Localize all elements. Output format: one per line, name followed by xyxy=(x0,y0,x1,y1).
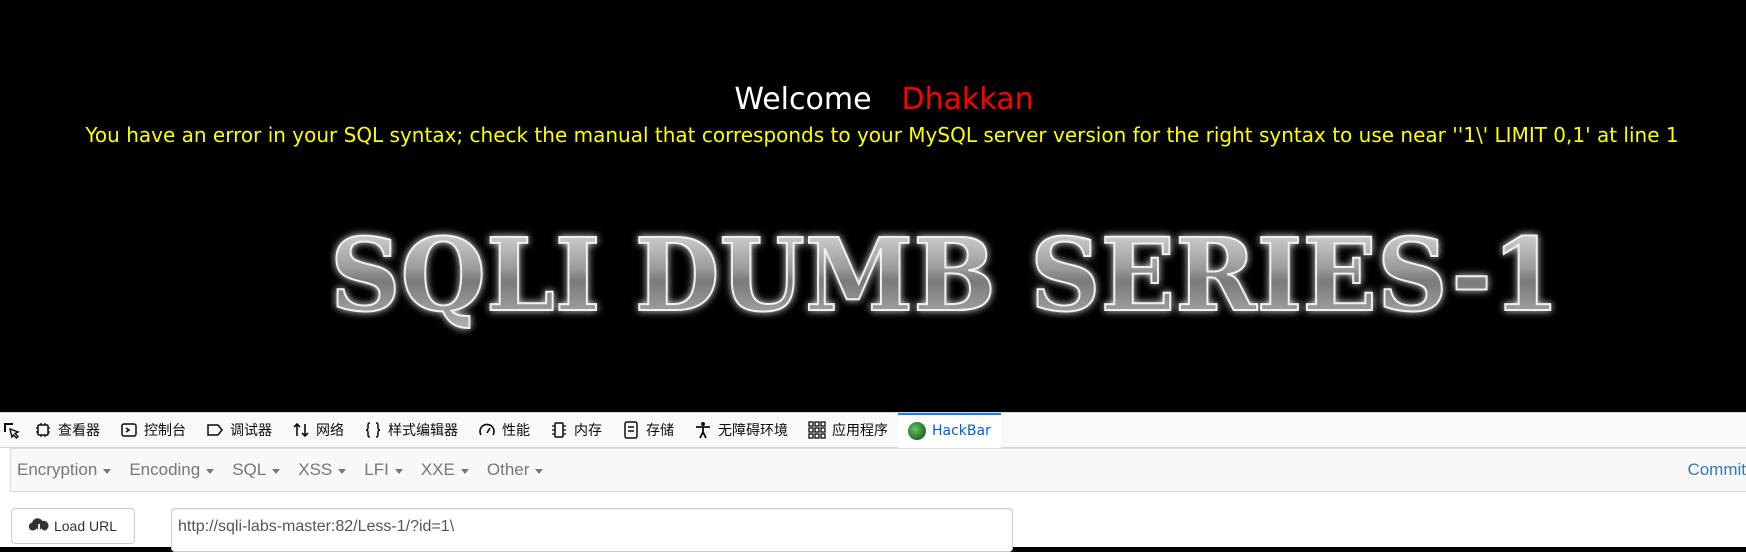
application-icon xyxy=(808,421,826,439)
menu-label: XXE xyxy=(420,460,455,479)
style-editor-icon xyxy=(364,421,382,439)
caret-down-icon xyxy=(103,468,112,474)
series-banner-image: SQLI DUMB SERIES-1 xyxy=(330,218,1570,338)
caret-down-icon xyxy=(206,468,215,474)
inspector-icon xyxy=(34,421,52,439)
caret-down-icon xyxy=(338,468,347,474)
sql-error-message: You have an error in your SQL syntax; ch… xyxy=(85,123,1679,147)
menu-other[interactable]: Other xyxy=(481,460,556,480)
caret-down-icon xyxy=(394,468,403,474)
tab-label: 应用程序 xyxy=(832,423,888,439)
tab-inspector[interactable]: 查看器 xyxy=(24,413,110,447)
tab-performance[interactable]: 性能 xyxy=(468,413,540,447)
caret-down-icon xyxy=(460,468,469,474)
menu-label: Encryption xyxy=(17,460,98,479)
tab-label: 内存 xyxy=(574,423,602,439)
tab-label: HackBar xyxy=(932,423,991,439)
tab-label: 调试器 xyxy=(230,423,272,439)
devtools-toolbar: 查看器 控制台 调试器 网络 样式编辑器 性能 内存 存储 无障碍环境 应用程序… xyxy=(0,412,1746,448)
tab-label: 性能 xyxy=(502,423,530,439)
tab-storage[interactable]: 存储 xyxy=(612,413,684,447)
welcome-text: Welcome xyxy=(734,82,872,117)
tab-label: 无障碍环境 xyxy=(718,423,788,439)
tab-memory[interactable]: 内存 xyxy=(540,413,612,447)
console-icon xyxy=(120,421,138,439)
tab-label: 查看器 xyxy=(58,423,100,439)
tab-application[interactable]: 应用程序 xyxy=(798,413,898,447)
element-picker-icon xyxy=(2,421,20,439)
caret-down-icon xyxy=(535,468,544,474)
load-url-label: Load URL xyxy=(53,518,118,534)
banner-text: SQLI DUMB SERIES-1 xyxy=(330,218,1560,334)
network-icon xyxy=(292,421,310,439)
menu-label: LFI xyxy=(364,460,389,479)
menu-encoding[interactable]: Encoding xyxy=(123,460,226,480)
tab-label: 存储 xyxy=(646,423,674,439)
menu-sql[interactable]: SQL xyxy=(226,460,292,480)
cloud-download-icon xyxy=(28,517,49,536)
user-name: Dhakkan xyxy=(901,82,1034,117)
commit-link[interactable]: Commit xyxy=(1687,449,1746,491)
accessibility-icon xyxy=(694,421,712,439)
storage-icon xyxy=(622,421,640,439)
tab-network[interactable]: 网络 xyxy=(282,413,354,447)
tab-console[interactable]: 控制台 xyxy=(110,413,196,447)
menu-lfi[interactable]: LFI xyxy=(358,460,415,480)
tab-label: 控制台 xyxy=(144,423,186,439)
hackbar-icon xyxy=(908,422,926,440)
welcome-line: Welcome Dhakkan xyxy=(0,82,1746,118)
menu-xss[interactable]: XSS xyxy=(292,460,358,480)
menu-label: SQL xyxy=(232,460,267,479)
url-input[interactable]: http://sqli-labs-master:82/Less-1/?id=1\ xyxy=(171,508,1013,552)
menu-label: XSS xyxy=(298,460,333,479)
tab-debugger[interactable]: 调试器 xyxy=(196,413,282,447)
tab-style-editor[interactable]: 样式编辑器 xyxy=(354,413,468,447)
tab-label: 样式编辑器 xyxy=(388,423,458,439)
menu-encryption[interactable]: Encryption xyxy=(11,460,123,480)
tab-hackbar[interactable]: HackBar xyxy=(898,412,1001,448)
memory-icon xyxy=(550,421,568,439)
load-url-button[interactable]: Load URL xyxy=(11,508,135,544)
web-page: Welcome Dhakkan You have an error in your… xyxy=(0,0,1746,412)
element-picker-button[interactable] xyxy=(0,413,24,447)
performance-icon xyxy=(478,421,496,439)
menu-label: Encoding xyxy=(129,460,201,479)
tab-accessibility[interactable]: 无障碍环境 xyxy=(684,413,798,447)
menu-label: Other xyxy=(486,460,530,479)
menu-xxe[interactable]: XXE xyxy=(415,460,481,480)
hackbar-menu: Encryption Encoding SQL XSS LFI XXE Othe… xyxy=(10,448,1746,492)
tab-label: 网络 xyxy=(316,423,344,439)
debugger-icon xyxy=(206,421,224,439)
caret-down-icon xyxy=(272,468,281,474)
